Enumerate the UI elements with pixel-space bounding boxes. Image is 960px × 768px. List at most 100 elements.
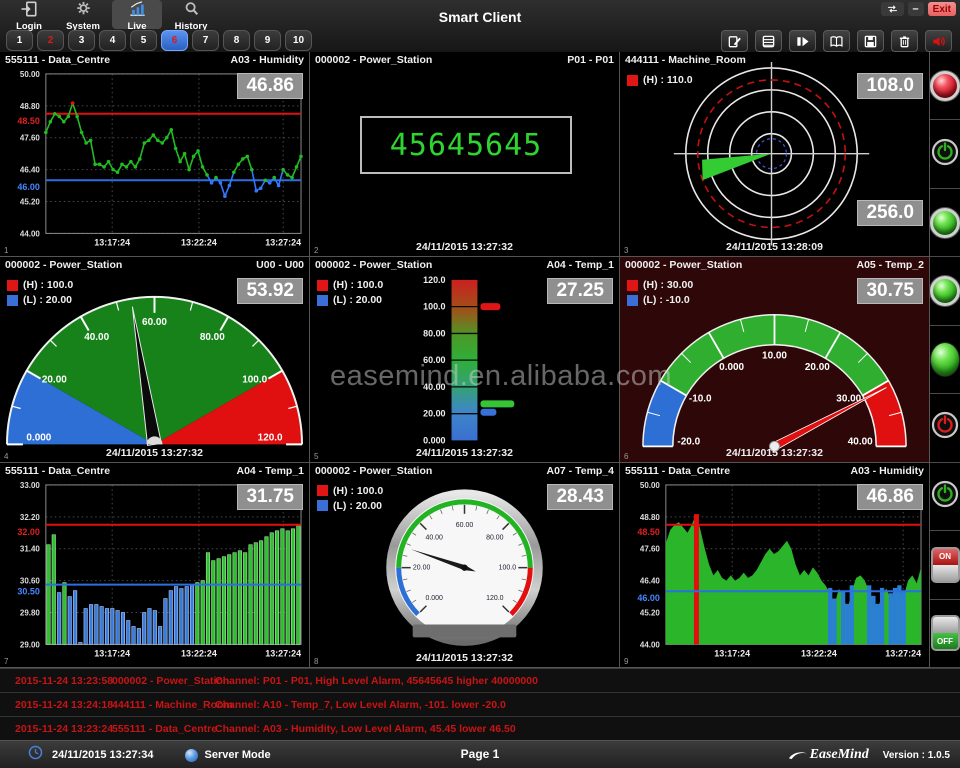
panel-timestamp: 24/11/2015 13:27:32	[310, 652, 619, 664]
svg-text:29.80: 29.80	[20, 608, 41, 617]
svg-text:31.40: 31.40	[20, 544, 41, 553]
panel-grid: 555111 - Data_CentreA03 - Humidity50.004…	[0, 52, 930, 668]
off-switch[interactable]: OFF	[931, 615, 960, 651]
side-cell	[930, 189, 960, 257]
nav-system[interactable]: System	[58, 0, 108, 29]
green-led-button[interactable]	[930, 208, 960, 238]
alarm-station: 555111 - Data_Centre	[112, 723, 215, 735]
on-switch[interactable]: ON	[931, 547, 960, 583]
panel-index: 5	[314, 452, 318, 461]
nav-history[interactable]: History	[166, 0, 216, 29]
page-tab-5[interactable]: 5	[130, 30, 157, 51]
easemind-logo: EaseMind	[788, 747, 869, 763]
save-button[interactable]	[857, 30, 884, 52]
svg-text:47.60: 47.60	[640, 544, 661, 553]
page-tab-7[interactable]: 7	[192, 30, 219, 51]
legend-label: (H) : 110.0	[643, 74, 693, 86]
server-mode-icon	[185, 749, 198, 762]
page-tab-9[interactable]: 9	[254, 30, 281, 51]
value-readout: 108.0	[857, 73, 923, 99]
green-power-button[interactable]	[931, 138, 959, 171]
svg-text:13:22:24: 13:22:24	[181, 237, 217, 247]
panel-station: 000002 - Power_Station	[315, 54, 432, 66]
legend-item: (H) : 100.0	[317, 485, 383, 497]
edit-note-button[interactable]	[721, 30, 748, 52]
panel-legend: (H) : 100.0(L) : 20.00	[317, 279, 383, 309]
svg-text:100.0: 100.0	[499, 564, 517, 571]
page-tab-8[interactable]: 8	[223, 30, 250, 51]
red-power-button[interactable]	[931, 411, 959, 444]
alarm-row[interactable]: 2015-11-24 13:24:18444111 - Machine_Room…	[0, 693, 960, 717]
legend-color-swatch	[627, 75, 638, 86]
red-led-button[interactable]	[930, 71, 960, 101]
legend-color-swatch	[627, 280, 638, 291]
play-export-button[interactable]	[789, 30, 816, 52]
page-tab-10[interactable]: 10	[285, 30, 312, 51]
svg-text:50.00: 50.00	[20, 70, 41, 79]
main-nav: Login System Live History	[4, 0, 216, 29]
svg-text:20.00: 20.00	[423, 409, 445, 419]
page-tab-3[interactable]: 3	[68, 30, 95, 51]
svg-text:46.40: 46.40	[20, 166, 41, 175]
status-datetime: 24/11/2015 13:27:34	[52, 749, 154, 761]
panel-channel: A04 - Temp_1	[547, 259, 615, 271]
speaker-button[interactable]	[925, 30, 952, 52]
panel-trend-line-1: 555111 - Data_CentreA03 - Humidity50.004…	[0, 52, 310, 257]
panel-station: 555111 - Data_Centre	[5, 465, 110, 477]
power-icon	[931, 138, 959, 166]
login-icon	[20, 1, 39, 22]
speaker-icon	[931, 34, 946, 49]
panel-thermo-5: 000002 - Power_StationA04 - Temp_1(H) : …	[310, 257, 620, 462]
alarm-message: Channel: P01 - P01, High Level Alarm, 45…	[215, 675, 960, 687]
legend-label: (L) : -10.0	[643, 294, 690, 306]
value-readout: 28.43	[547, 484, 613, 510]
side-cell: ON	[930, 531, 960, 599]
svg-text:100.0: 100.0	[423, 302, 445, 312]
panel-station: 000002 - Power_Station	[315, 465, 432, 477]
panel-index: 9	[624, 657, 628, 666]
page-tab-4[interactable]: 4	[99, 30, 126, 51]
svg-text:40.00: 40.00	[425, 534, 443, 541]
panel-index: 7	[4, 657, 8, 666]
minimize-button[interactable]: –	[908, 2, 924, 16]
table-icon	[761, 34, 776, 49]
page-tab-1[interactable]: 1	[6, 30, 33, 51]
panel-radar-3: 444111 - Machine_Room(H) : 110.0108.0256…	[620, 52, 930, 257]
panel-trend-bar-7: 555111 - Data_CentreA04 - Temp_133.0032.…	[0, 463, 310, 668]
restore-icon	[886, 0, 899, 18]
switch-top: ON	[933, 549, 958, 565]
legend-item: (H) : 110.0	[627, 74, 693, 86]
panel-index: 3	[624, 246, 628, 255]
alarm-list: 2015-11-24 13:23:58000002 - Power_Statio…	[0, 668, 960, 741]
svg-text:13:27:24: 13:27:24	[265, 237, 301, 247]
nav-live[interactable]: Live	[112, 0, 162, 29]
green-power-button[interactable]	[931, 480, 959, 513]
green-led-button[interactable]	[930, 276, 960, 306]
green-led-large-button[interactable]	[930, 342, 960, 377]
restore-button[interactable]	[881, 2, 904, 16]
page-tab-2[interactable]: 2	[37, 30, 64, 51]
page-tab-6[interactable]: 6	[161, 30, 188, 51]
value-readout: 53.92	[237, 278, 303, 304]
trash-button[interactable]	[891, 30, 918, 52]
svg-text:60.00: 60.00	[456, 521, 474, 528]
svg-text:120.0: 120.0	[486, 595, 504, 602]
panel-station: 444111 - Machine_Room	[625, 54, 746, 66]
nav-login[interactable]: Login	[4, 0, 54, 29]
alarm-time: 2015-11-24 13:23:58	[15, 675, 112, 687]
panel-header: 444111 - Machine_Room	[620, 52, 929, 67]
legend-label: (H) : 100.0	[333, 279, 383, 291]
exit-button[interactable]: Exit	[928, 2, 956, 16]
alarm-row[interactable]: 2015-11-24 13:23:58000002 - Power_Statio…	[0, 669, 960, 693]
side-cell: OFF	[930, 600, 960, 668]
value-readout: 30.75	[857, 278, 923, 304]
side-button-strip: ON OFF	[930, 52, 960, 668]
book-button[interactable]	[823, 30, 850, 52]
svg-text:10.00: 10.00	[762, 351, 787, 362]
svg-text:80.00: 80.00	[200, 333, 225, 344]
legend-color-swatch	[627, 295, 638, 306]
table-button[interactable]	[755, 30, 782, 52]
side-cell	[930, 257, 960, 325]
alarm-row[interactable]: 2015-11-24 13:23:24555111 - Data_CentreC…	[0, 717, 960, 741]
svg-text:60.00: 60.00	[423, 355, 445, 365]
